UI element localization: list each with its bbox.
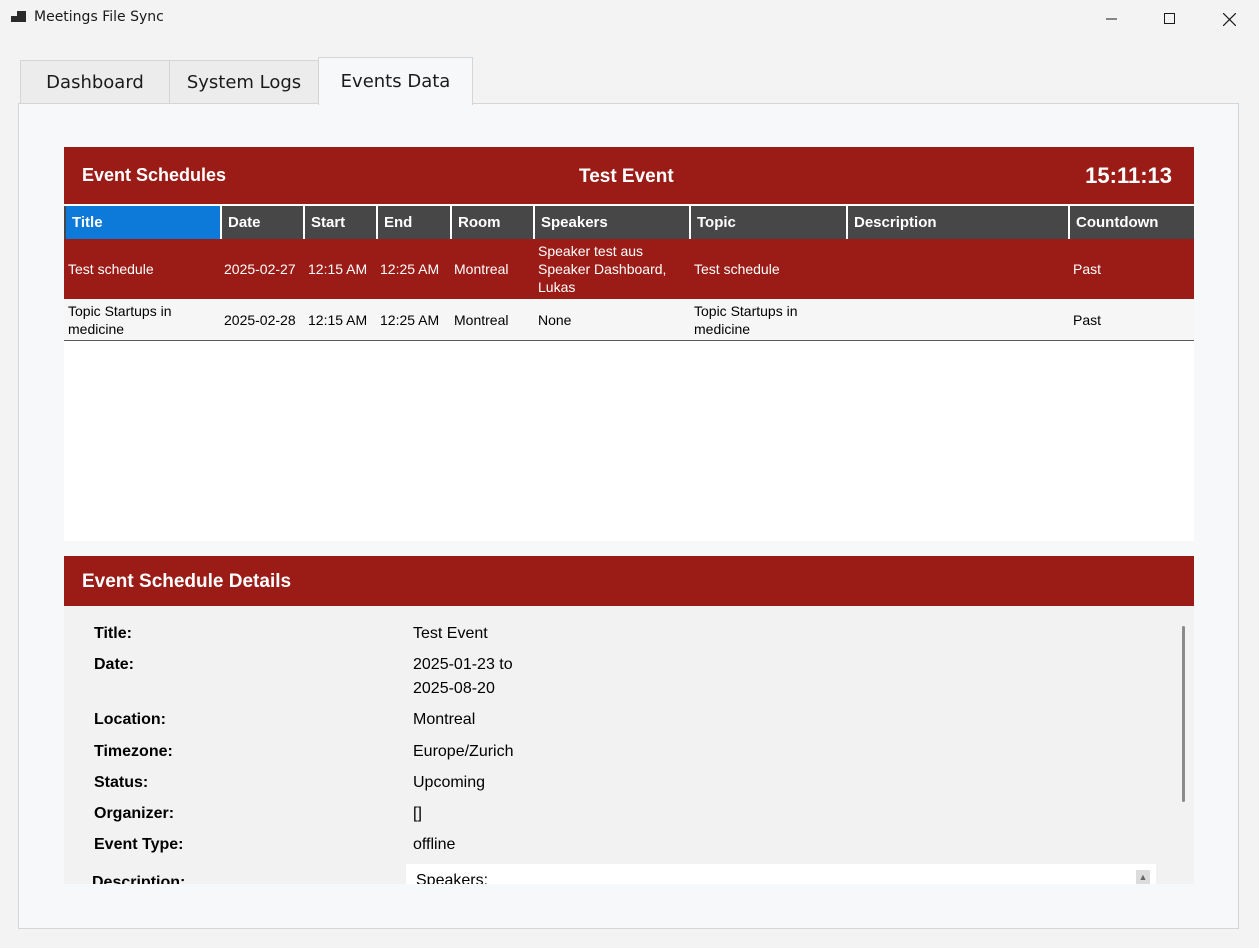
cell-title: Topic Startups in medicine [68, 302, 172, 337]
column-header-start[interactable]: Start [305, 206, 378, 239]
status-value: Upcoming [413, 774, 486, 791]
table-row[interactable]: Topic Startups in medicine 2025-02-28 12… [64, 299, 1194, 341]
organizer-label: Organizer: [94, 805, 175, 822]
column-header-date[interactable]: Date [222, 206, 305, 239]
grid-header: Title Date Start End Room Speakers Topic… [64, 204, 1194, 239]
title-label: Title: [94, 625, 132, 642]
cell-description [848, 239, 1068, 299]
cell-end: 12:25 AM [380, 311, 440, 328]
event-type-label: Event Type: [94, 836, 184, 853]
minimize-button[interactable] [1083, 0, 1141, 38]
cell-date: 2025-02-27 [224, 261, 296, 277]
event-schedules-panel: Event Schedules Test Event 15:11:13 Titl… [64, 147, 1194, 541]
scroll-up-arrow-icon[interactable]: ▲ [1136, 870, 1150, 884]
cell-speakers: None [538, 311, 572, 328]
date-value-line2: 2025-08-20 [413, 680, 495, 697]
event-name: Test Event [579, 166, 674, 187]
title-bar: Meetings File Sync [0, 0, 1259, 38]
column-header-end[interactable]: End [378, 206, 452, 239]
description-label: Description: [92, 874, 186, 884]
cell-start: 12:15 AM [308, 261, 368, 277]
cell-start: 12:15 AM [308, 311, 368, 328]
cell-countdown: Past [1073, 311, 1102, 328]
maximize-button[interactable] [1141, 0, 1199, 38]
column-header-topic[interactable]: Topic [691, 206, 848, 239]
details-scrollbar[interactable] [1182, 626, 1185, 802]
cell-room: Montreal [454, 311, 509, 328]
close-icon [1222, 12, 1236, 26]
app-icon [11, 11, 27, 25]
tab-events-data[interactable]: Events Data [318, 57, 473, 105]
window-title: Meetings File Sync [34, 9, 164, 25]
clock: 15:11:13 [1085, 163, 1172, 188]
cell-room: Montreal [454, 261, 509, 277]
event-type-value: offline [413, 836, 456, 853]
title-value: Test Event [413, 625, 488, 642]
schedules-header: Event Schedules Test Event 15:11:13 [64, 147, 1194, 204]
close-button[interactable] [1200, 0, 1258, 38]
column-header-title[interactable]: Title [66, 206, 222, 239]
location-label: Location: [94, 711, 166, 728]
date-value-line1: 2025-01-23 to [413, 656, 513, 673]
timezone-value: Europe/Zurich [413, 743, 514, 760]
cell-description [848, 299, 1068, 340]
status-label: Status: [94, 774, 149, 791]
description-text: Speakers: [416, 872, 489, 884]
column-header-countdown[interactable]: Countdown [1070, 206, 1194, 239]
cell-countdown: Past [1073, 261, 1102, 277]
tab-strip: Dashboard System Logs Events Data [0, 38, 1259, 106]
description-textbox[interactable]: Speakers: ▲ [406, 864, 1156, 884]
cell-date: 2025-02-28 [224, 311, 296, 328]
tab-system-logs[interactable]: System Logs [169, 60, 319, 104]
cell-topic: Test schedule [694, 261, 780, 277]
column-header-description[interactable]: Description [848, 206, 1070, 239]
cell-topic: Topic Startups in medicine [694, 302, 798, 337]
minimize-icon [1106, 18, 1117, 20]
tab-dashboard[interactable]: Dashboard [20, 60, 170, 104]
location-value: Montreal [413, 711, 476, 728]
table-row[interactable]: Test schedule 2025-02-27 12:15 AM 12:25 … [64, 239, 1194, 299]
details-body: Title: Test Event Date: 2025-01-23 to 20… [64, 606, 1194, 884]
maximize-icon [1164, 13, 1175, 24]
schedules-title: Event Schedules [82, 165, 227, 185]
date-label: Date: [94, 656, 135, 673]
details-header: Event Schedule Details [64, 556, 1194, 606]
cell-title: Test schedule [68, 261, 154, 277]
cell-speakers: Speaker test aus Speaker Dashboard, Luka… [538, 243, 667, 295]
organizer-value: [] [413, 805, 422, 822]
date-value: 2025-01-23 to 2025-08-20 [413, 653, 513, 701]
timezone-label: Timezone: [94, 743, 173, 760]
cell-end: 12:25 AM [380, 261, 440, 277]
column-header-speakers[interactable]: Speakers [535, 206, 691, 239]
column-header-room[interactable]: Room [452, 206, 535, 239]
